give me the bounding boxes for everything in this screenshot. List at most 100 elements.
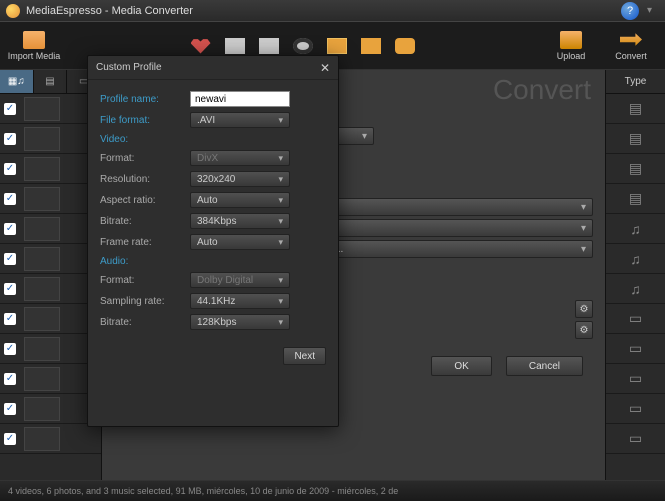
- upload-button[interactable]: Upload: [543, 26, 599, 66]
- video-bitrate-label: Bitrate:: [100, 216, 190, 227]
- custom-profile-dialog: Custom Profile ✕ Profile name:newavi Fil…: [87, 55, 339, 427]
- type-icon: ▭: [606, 304, 665, 334]
- gamepad-icon[interactable]: [395, 38, 415, 54]
- type-icon: ▭: [606, 334, 665, 364]
- status-text: 4 videos, 6 photos, and 3 music selected…: [8, 486, 398, 496]
- type-icon: ▤: [606, 94, 665, 124]
- checkbox-icon[interactable]: ✓: [4, 283, 16, 295]
- hw-settings-button[interactable]: ⚙: [575, 300, 593, 318]
- next-button[interactable]: Next: [283, 347, 326, 365]
- upload-icon: [560, 31, 582, 49]
- convert-button[interactable]: Convert: [603, 26, 659, 66]
- type-column: Type ▤▤▤▤♫♫♫▭▭▭▭▭: [605, 70, 665, 480]
- checkbox-icon[interactable]: ✓: [4, 223, 16, 235]
- thumbnail: [24, 217, 60, 241]
- type-icon: ▤: [606, 124, 665, 154]
- framerate-select[interactable]: Auto: [190, 234, 290, 250]
- media-item[interactable]: ✓: [0, 124, 101, 154]
- app-logo-icon: [6, 4, 20, 18]
- type-icon: ▤: [606, 184, 665, 214]
- thumbnail: [24, 307, 60, 331]
- checkbox-icon[interactable]: ✓: [4, 133, 16, 145]
- dialog-title: Custom Profile: [96, 62, 162, 73]
- upload-label: Upload: [557, 51, 586, 61]
- import-media-button[interactable]: Import Media: [6, 26, 62, 66]
- thumbnail: [24, 397, 60, 421]
- cancel-button[interactable]: Cancel: [506, 356, 583, 376]
- import-label: Import Media: [8, 51, 61, 61]
- favorite-icon[interactable]: [191, 38, 211, 54]
- media-item[interactable]: ✓: [0, 304, 101, 334]
- media-item[interactable]: ✓: [0, 154, 101, 184]
- type-icon: ▭: [606, 364, 665, 394]
- ok-button[interactable]: OK: [431, 356, 491, 376]
- convert-arrow-icon: [620, 31, 642, 49]
- media-item[interactable]: ✓: [0, 424, 101, 454]
- audio-bitrate-label: Bitrate:: [100, 317, 190, 328]
- audio-section-label: Audio:: [100, 256, 326, 267]
- type-icon: ♫: [606, 214, 665, 244]
- type-icon: ♫: [606, 274, 665, 304]
- console-icon[interactable]: [361, 38, 381, 54]
- type-icon: ▭: [606, 394, 665, 424]
- help-icon[interactable]: ?: [621, 2, 639, 20]
- checkbox-icon[interactable]: ✓: [4, 103, 16, 115]
- thumbnail: [24, 367, 60, 391]
- file-format-label: File format:: [100, 115, 190, 126]
- media-item[interactable]: ✓: [0, 394, 101, 424]
- file-format-select[interactable]: .AVI: [190, 112, 290, 128]
- resolution-label: Resolution:: [100, 174, 190, 185]
- titlebar-menu-icon[interactable]: ▾: [647, 5, 659, 16]
- checkbox-icon[interactable]: ✓: [4, 253, 16, 265]
- video-codec-select[interactable]: DivX: [190, 150, 290, 166]
- panel-title: Convert: [493, 74, 591, 106]
- sampling-rate-select[interactable]: 44.1KHz: [190, 293, 290, 309]
- thumbnail: [24, 337, 60, 361]
- thumbnail: [24, 127, 60, 151]
- audio-codec-select[interactable]: Dolby Digital: [190, 272, 290, 288]
- media-item[interactable]: ✓: [0, 334, 101, 364]
- checkbox-icon[interactable]: ✓: [4, 433, 16, 445]
- statusbar: 4 videos, 6 photos, and 3 music selected…: [0, 480, 665, 501]
- aspect-ratio-label: Aspect ratio:: [100, 195, 190, 206]
- thumbnail: [24, 277, 60, 301]
- framerate-label: Frame rate:: [100, 237, 190, 248]
- media-item[interactable]: ✓: [0, 214, 101, 244]
- media-item[interactable]: ✓: [0, 244, 101, 274]
- device-icon-strip: [181, 38, 425, 54]
- pc-icon[interactable]: [225, 38, 245, 54]
- folder-import-icon: [23, 31, 45, 49]
- filter-tabs: ▦♫ ▤ ▭: [0, 70, 101, 94]
- disc-icon[interactable]: [293, 38, 313, 54]
- filter-video-tab[interactable]: ▤: [34, 70, 68, 93]
- type-icon: ▤: [606, 154, 665, 184]
- titlebar: MediaEspresso - Media Converter ? ▾: [0, 0, 665, 22]
- type-icon: ▭: [606, 424, 665, 454]
- checkbox-icon[interactable]: ✓: [4, 313, 16, 325]
- video-format-label: Format:: [100, 153, 190, 164]
- filter-all-tab[interactable]: ▦♫: [0, 70, 34, 93]
- phone-icon[interactable]: [259, 38, 279, 54]
- checkbox-icon[interactable]: ✓: [4, 343, 16, 355]
- thumbnail: [24, 427, 60, 451]
- thumbnail: [24, 157, 60, 181]
- checkbox-icon[interactable]: ✓: [4, 373, 16, 385]
- audio-bitrate-select[interactable]: 128Kbps: [190, 314, 290, 330]
- media-item[interactable]: ✓: [0, 364, 101, 394]
- close-icon[interactable]: ✕: [320, 61, 330, 75]
- video-section-label: Video:: [100, 134, 326, 145]
- video-bitrate-select[interactable]: 384Kbps: [190, 213, 290, 229]
- type-header: Type: [606, 70, 665, 94]
- media-item[interactable]: ✓: [0, 274, 101, 304]
- media-item[interactable]: ✓: [0, 184, 101, 214]
- checkbox-icon[interactable]: ✓: [4, 403, 16, 415]
- type-icon: ♫: [606, 244, 665, 274]
- resolution-select[interactable]: 320x240: [190, 171, 290, 187]
- checkbox-icon[interactable]: ✓: [4, 163, 16, 175]
- tablet-icon[interactable]: [327, 38, 347, 54]
- profile-name-input[interactable]: newavi: [190, 91, 290, 107]
- media-item[interactable]: ✓: [0, 94, 101, 124]
- truetheater-settings-button[interactable]: ⚙: [575, 321, 593, 339]
- checkbox-icon[interactable]: ✓: [4, 193, 16, 205]
- aspect-ratio-select[interactable]: Auto: [190, 192, 290, 208]
